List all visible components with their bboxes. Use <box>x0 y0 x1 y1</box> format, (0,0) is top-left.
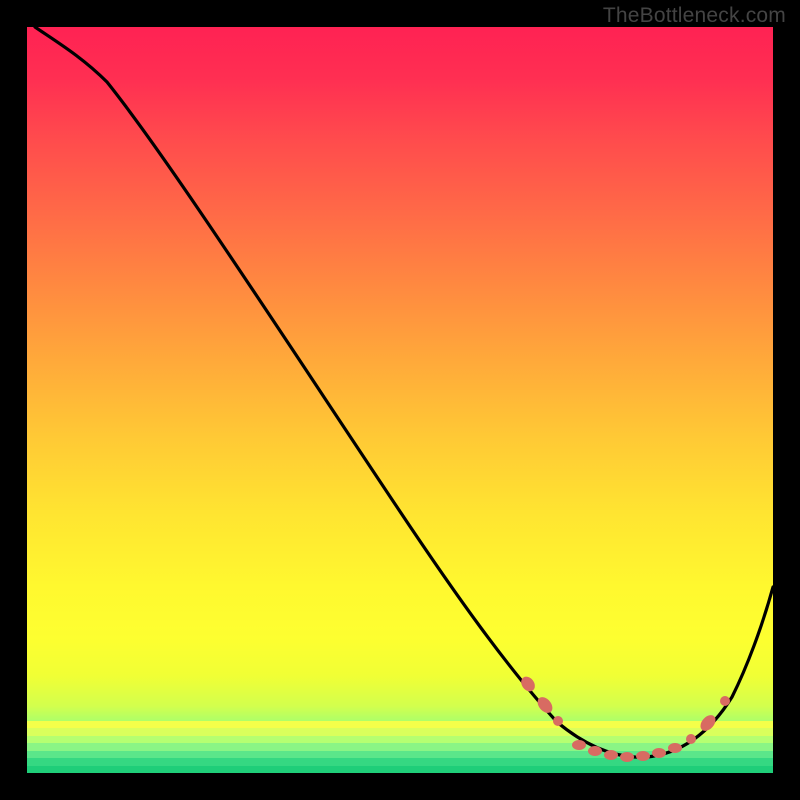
watermark-text: TheBottleneck.com <box>603 4 786 28</box>
chart-plot-area <box>27 27 773 773</box>
optimal-range-dots <box>27 27 773 773</box>
